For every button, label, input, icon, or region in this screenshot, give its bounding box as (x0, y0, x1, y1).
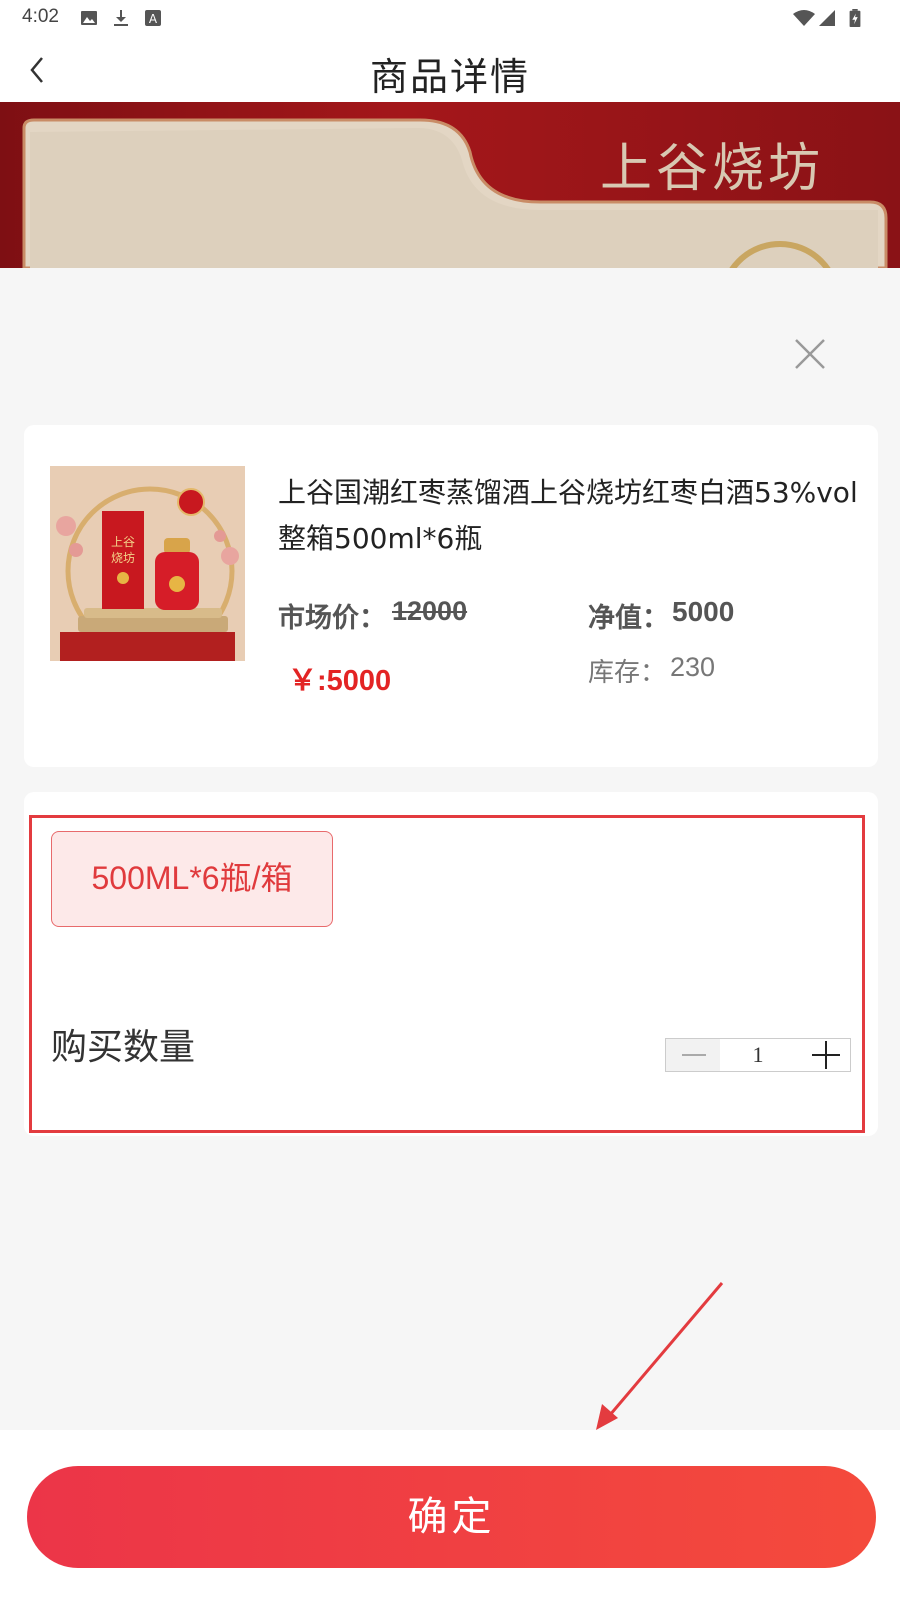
svg-text:烧坊: 烧坊 (111, 550, 135, 565)
svg-text:A: A (149, 12, 158, 26)
spec-option-chip[interactable]: 500ML*6瓶/箱 (51, 831, 333, 927)
signal-icon (819, 10, 835, 26)
page-title: 商品详情 (369, 55, 530, 99)
image-icon (81, 11, 97, 25)
net-value-value: 5000 (672, 596, 735, 627)
product-title: 上谷国潮红枣蒸馏酒上谷烧坊红枣白酒53%vol整箱500ml*6瓶 (278, 476, 858, 555)
quantity-stepper: 1 (665, 1038, 851, 1072)
product-illustration: 上谷 烧坊 (50, 466, 245, 661)
wifi-icon (793, 10, 815, 26)
nav-bar: 商品详情 (0, 36, 900, 102)
market-price-label: 市场价： (278, 603, 386, 634)
product-banner: 上谷烧坊 (0, 102, 900, 268)
sale-price: ￥:5000 (288, 665, 392, 697)
stock-value: 230 (670, 652, 716, 682)
confirm-button[interactable]: 确定 (27, 1466, 876, 1568)
product-image: 上谷 烧坊 (50, 466, 245, 661)
quantity-value[interactable]: 1 (720, 1039, 796, 1071)
decrement-button[interactable] (666, 1039, 720, 1071)
box-label-text: 上谷 (111, 535, 135, 549)
banner-brand-text: 上谷烧坊 (600, 139, 825, 199)
close-icon[interactable] (790, 334, 830, 374)
status-bar: 4:02 A (0, 0, 900, 36)
arrow-annotation-icon (596, 1282, 724, 1430)
download-icon (114, 10, 128, 26)
stock-label: 库存： (588, 658, 667, 688)
market-price-value: 12000 (392, 596, 468, 626)
increment-button[interactable] (800, 1039, 852, 1071)
net-value-label: 净值： (588, 603, 669, 634)
status-time: 4:02 (22, 6, 59, 27)
keyboard-icon: A (145, 10, 161, 26)
quantity-label: 购买数量 (51, 1027, 196, 1068)
battery-icon (849, 9, 861, 27)
